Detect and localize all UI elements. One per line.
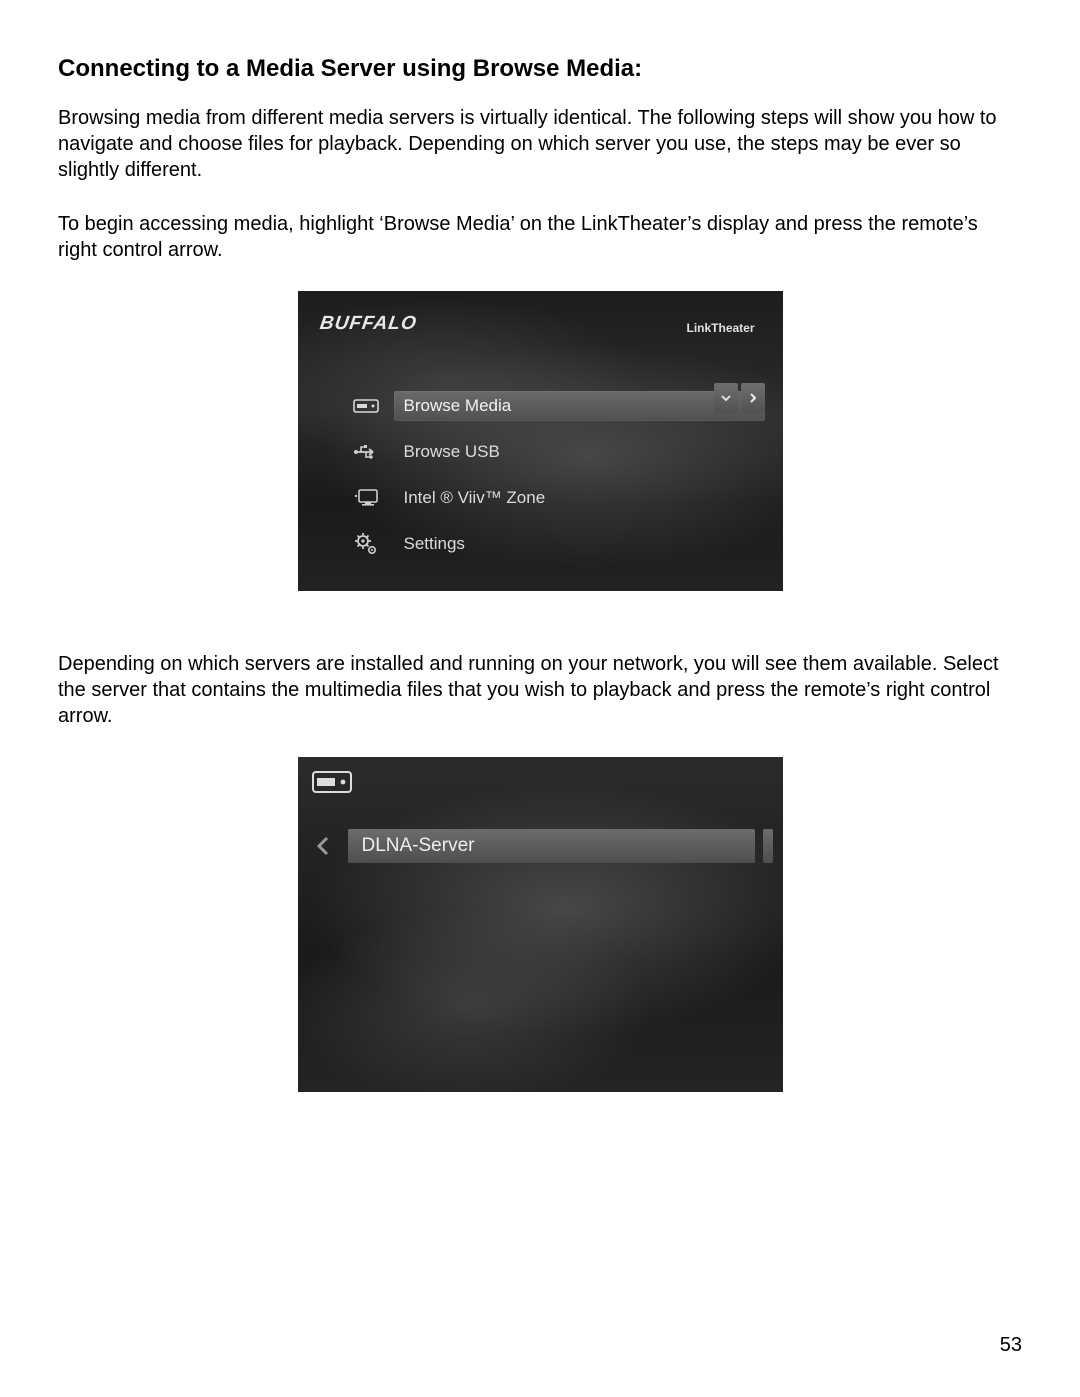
intro-paragraph-1: Browsing media from different media serv…: [58, 105, 1022, 183]
linktheater-menu-screenshot: BUFFALO LinkTheater Browse Media: [298, 291, 783, 591]
chevron-left-icon[interactable]: [298, 829, 348, 863]
chevron-right-icon[interactable]: [741, 383, 765, 413]
menu-item-label: Browse USB: [404, 442, 500, 462]
section-heading: Connecting to a Media Server using Brows…: [58, 55, 1022, 83]
chevron-down-icon[interactable]: [714, 383, 738, 413]
gear-icon: [338, 532, 394, 556]
menu-item-label: Browse Media: [404, 396, 512, 416]
server-icon: [338, 399, 394, 413]
intro-paragraph-2: To begin accessing media, highlight ‘Bro…: [58, 211, 1022, 263]
scroll-handle: [763, 829, 773, 863]
server-item-dlna[interactable]: DLNA-Server: [348, 829, 755, 863]
intro-paragraph-3: Depending on which servers are installed…: [58, 651, 1022, 729]
buffalo-logo: BUFFALO: [318, 313, 418, 335]
menu-item-label: Settings: [404, 534, 465, 554]
menu-item-viiv-zone[interactable]: Intel ® Viiv™ Zone: [338, 475, 765, 521]
monitor-icon: [338, 488, 394, 508]
menu-item-browse-media[interactable]: Browse Media: [338, 383, 765, 429]
menu-item-label: Intel ® Viiv™ Zone: [404, 488, 546, 508]
page-number: 53: [1000, 1334, 1022, 1357]
menu-item-browse-usb[interactable]: Browse USB: [338, 429, 765, 475]
usb-icon: [338, 443, 394, 461]
server-icon: [312, 771, 352, 798]
menu-item-settings[interactable]: Settings: [338, 521, 765, 567]
product-name-label: LinkTheater: [686, 321, 754, 335]
server-item-label: DLNA-Server: [362, 835, 475, 857]
server-list-screenshot: DLNA-Server: [298, 757, 783, 1092]
